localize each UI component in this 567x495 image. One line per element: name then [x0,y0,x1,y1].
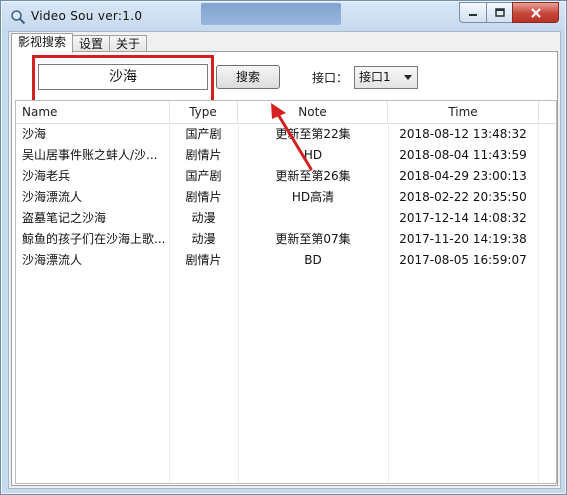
cell-note: HD高清 [291,190,335,204]
table-row[interactable]: 盗墓笔记之沙海 动漫 2017-12-14 14:08:32 [16,208,556,229]
cell-name: 沙海老兵 [22,169,71,183]
api-label: 接口： [312,71,349,85]
table-row[interactable]: 沙海漂流人 剧情片 HD高清 2018-02-22 20:35:50 [16,187,556,208]
tab-strip: 影视搜索 设置 关于 [11,33,148,53]
cell-time: 2017-11-20 14:19:38 [399,232,527,246]
title-bar[interactable]: Video Sou ver:1.0 [1,1,566,29]
table-row[interactable]: 沙海 国产剧 更新至第22集 2018-08-12 13:48:32 [16,124,556,145]
app-window: Video Sou ver:1.0 影视搜索 设置 关于 沙海 搜索 接口： 接… [0,0,567,495]
cell-time: 2017-12-14 14:08:32 [399,211,527,225]
background-window-strip [201,3,341,25]
cell-note: 更新至第22集 [275,127,351,141]
minimize-icon [469,13,477,16]
table-row[interactable]: 沙海老兵 国产剧 更新至第26集 2018-04-29 23:00:13 [16,166,556,187]
search-button[interactable]: 搜索 [216,65,280,89]
cell-note: 更新至第26集 [275,169,351,183]
cell-note: HD [303,148,323,162]
column-header-time[interactable]: Time [388,101,539,123]
cell-type: 剧情片 [185,253,222,267]
search-input[interactable]: 沙海 [38,64,208,90]
cell-note [238,208,388,229]
table-row[interactable]: 沙海漂流人 剧情片 BD 2017-08-05 16:59:07 [16,250,556,271]
column-header-name[interactable]: Name [16,101,170,123]
table-header: Name Type Note Time [16,101,556,124]
cell-name: 沙海漂流人 [22,190,83,204]
cell-type: 国产剧 [185,169,222,183]
cell-name: 沙海 [22,127,47,141]
cell-name: 盗墓笔记之沙海 [22,211,107,225]
cell-type: 动漫 [191,232,216,246]
cell-type: 剧情片 [185,148,222,162]
table-row[interactable]: 鲸鱼的孩子们在沙海上歌... 动漫 更新至第07集 2017-11-20 14:… [16,229,556,250]
api-select[interactable]: 接口1 [354,66,418,89]
api-selected-value: 接口1 [359,70,391,84]
tab-video-search[interactable]: 影视搜索 [11,33,74,53]
window-title: Video Sou ver:1.0 [31,9,143,23]
cell-type: 动漫 [191,211,216,225]
cell-type: 国产剧 [185,127,222,141]
cell-name: 沙海漂流人 [22,253,83,267]
minimize-button[interactable] [459,2,487,23]
client-area: 影视搜索 设置 关于 沙海 搜索 接口： 接口1 Name Type Note … [8,31,561,489]
cell-type: 剧情片 [185,190,222,204]
cell-name: 鲸鱼的孩子们在沙海上歌... [22,232,166,246]
cell-time: 2018-08-12 13:48:32 [399,127,527,141]
table-row[interactable]: 吴山居事件账之蚌人/沙... 剧情片 HD 2018-08-04 11:43:5… [16,145,556,166]
results-table[interactable]: Name Type Note Time 沙海 国产剧 更新至第22集 2018-… [15,100,557,484]
column-header-note[interactable]: Note [238,101,388,123]
cell-time: 2018-04-29 23:00:13 [399,169,527,183]
close-icon [530,7,541,18]
column-header-type[interactable]: Type [169,101,238,123]
close-button[interactable] [512,2,559,23]
cell-name: 吴山居事件账之蚌人/沙... [22,148,158,162]
cell-note: 更新至第07集 [275,232,351,246]
magnifier-icon [11,10,26,25]
cell-time: 2017-08-05 16:59:07 [399,253,527,267]
cell-note: BD [304,253,322,267]
search-tab-panel: 沙海 搜索 接口： 接口1 Name Type Note Time 沙海 国产剧… [11,51,558,486]
chevron-down-icon [402,67,414,88]
cell-time: 2018-08-04 11:43:59 [399,148,527,162]
maximize-button[interactable] [486,2,513,23]
cell-time: 2018-02-22 20:35:50 [399,190,527,204]
maximize-icon [494,7,505,17]
